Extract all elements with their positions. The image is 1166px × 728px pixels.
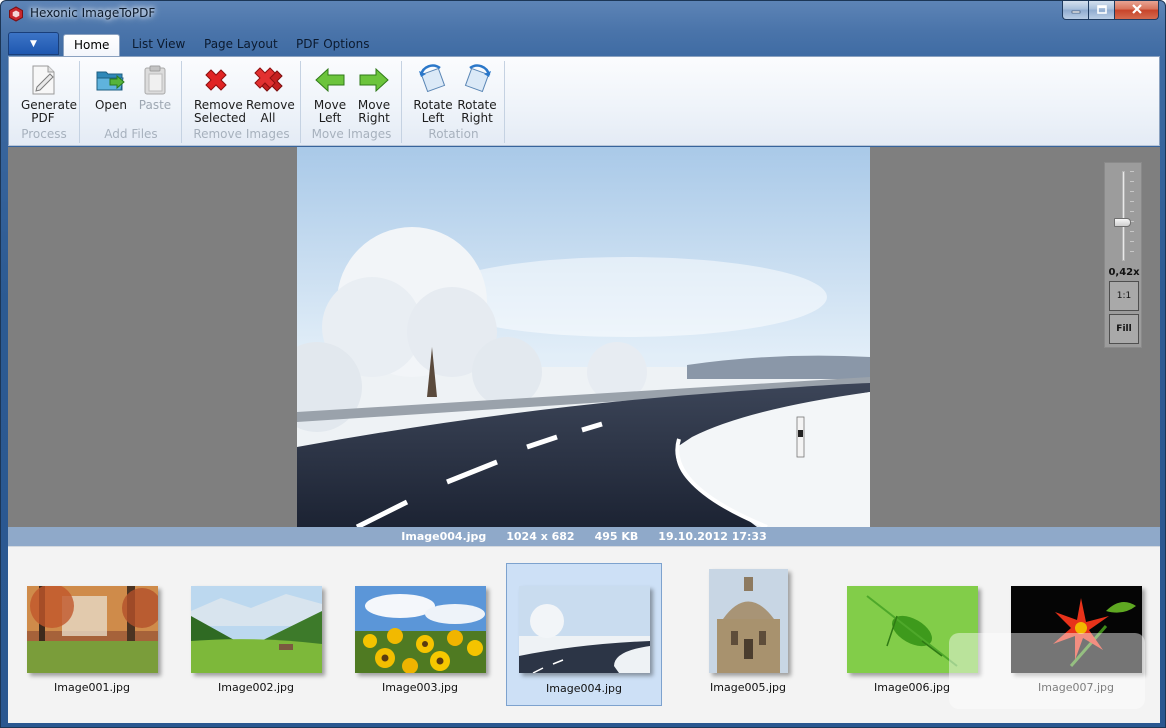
app-logo-icon bbox=[8, 6, 24, 22]
tab-list-view[interactable]: List View bbox=[122, 34, 195, 56]
zoom-fill-button[interactable]: Fill bbox=[1109, 314, 1139, 344]
group-move-images: Move Left Move Right Move Images bbox=[302, 61, 402, 143]
image-info-bar: Image004.jpg 1024 x 682 495 KB 19.10.201… bbox=[8, 527, 1160, 546]
open-folder-icon bbox=[94, 63, 128, 97]
rotate-right-icon bbox=[460, 63, 494, 97]
thumbnail-image bbox=[519, 586, 650, 673]
generate-pdf-icon bbox=[26, 63, 60, 97]
zoom-1to1-button[interactable]: 1:1 bbox=[1109, 281, 1139, 311]
image-preview-area[interactable]: 0,42x 1:1 Fill bbox=[8, 147, 1160, 527]
move-right-button[interactable]: Move Right bbox=[352, 61, 396, 125]
zoom-panel: 0,42x 1:1 Fill bbox=[1104, 162, 1142, 348]
group-label-process: Process bbox=[21, 127, 67, 141]
group-label-rotation: Rotation bbox=[428, 127, 479, 141]
close-button[interactable] bbox=[1115, 1, 1159, 20]
move-left-label: Move Left bbox=[313, 98, 347, 125]
preview-image bbox=[297, 147, 870, 527]
thumbnail-item-selected[interactable]: Image004.jpg bbox=[506, 563, 662, 706]
group-remove-images: Remove Selected Remove All Remove Images bbox=[183, 61, 301, 143]
app-window: Hexonic ImageToPDF ▼ Home List View Page… bbox=[0, 0, 1166, 728]
application-menu-button[interactable]: ▼ bbox=[8, 32, 59, 55]
maximize-button[interactable] bbox=[1089, 1, 1115, 20]
remove-selected-label: Remove Selected bbox=[194, 98, 247, 125]
thumbnail-item[interactable]: Image003.jpg bbox=[342, 563, 498, 706]
rotate-right-button[interactable]: Rotate Right bbox=[455, 61, 499, 125]
thumbnail-item[interactable]: Image005.jpg bbox=[670, 563, 826, 706]
remove-selected-icon bbox=[199, 63, 233, 97]
zoom-slider-thumb[interactable] bbox=[1114, 218, 1131, 227]
tab-page-layout[interactable]: Page Layout bbox=[194, 34, 288, 56]
tab-home[interactable]: Home bbox=[63, 34, 121, 56]
ribbon: Generate PDF Process Open Paste Add File… bbox=[8, 56, 1160, 146]
group-label-add-files: Add Files bbox=[104, 127, 158, 141]
tab-pdf-options[interactable]: PDF Options bbox=[286, 34, 380, 56]
ribbon-tab-bar: ▼ Home List View Page Layout PDF Options bbox=[8, 32, 1160, 56]
zoom-slider-track[interactable] bbox=[1122, 171, 1125, 261]
open-label: Open bbox=[94, 98, 128, 112]
remove-all-icon bbox=[251, 63, 285, 97]
info-dimensions: 1024 x 682 bbox=[506, 530, 575, 543]
group-process: Generate PDF Process bbox=[9, 61, 80, 143]
rotate-left-label: Rotate Left bbox=[413, 98, 453, 125]
window-title: Hexonic ImageToPDF bbox=[30, 6, 156, 20]
info-filename: Image004.jpg bbox=[401, 530, 487, 543]
remove-all-label: Remove All bbox=[246, 98, 295, 125]
thumbnail-name: Image004.jpg bbox=[546, 682, 622, 695]
thumbnail-image bbox=[27, 586, 158, 673]
thumbnail-name: Image001.jpg bbox=[54, 681, 130, 694]
generate-pdf-button[interactable]: Generate PDF bbox=[21, 61, 78, 125]
group-rotation: Rotate Left Rotate Right Rotation bbox=[403, 61, 505, 143]
thumbnail-name: Image005.jpg bbox=[710, 681, 786, 694]
paste-button[interactable]: Paste bbox=[133, 61, 177, 112]
move-left-button[interactable]: Move Left bbox=[308, 61, 352, 125]
paste-label: Paste bbox=[138, 98, 172, 112]
info-date: 19.10.2012 17:33 bbox=[658, 530, 767, 543]
dropdown-arrow-icon: ▼ bbox=[30, 38, 37, 49]
rotate-left-button[interactable]: Rotate Left bbox=[411, 61, 455, 125]
info-size: 495 KB bbox=[594, 530, 639, 543]
title-bar: Hexonic ImageToPDF bbox=[1, 1, 1165, 27]
group-label-move-images: Move Images bbox=[311, 127, 392, 141]
thumbnail-item[interactable]: Image001.jpg bbox=[14, 563, 170, 706]
zoom-level-label: 0,42x bbox=[1108, 267, 1140, 278]
open-button[interactable]: Open bbox=[89, 61, 133, 112]
thumbnail-image bbox=[191, 586, 322, 673]
thumbnail-item[interactable]: Image002.jpg bbox=[178, 563, 334, 706]
rotate-right-label: Rotate Right bbox=[457, 98, 497, 125]
minimize-icon bbox=[1071, 3, 1081, 17]
remove-selected-button[interactable]: Remove Selected bbox=[194, 61, 247, 125]
zoom-slider-ticks bbox=[1130, 171, 1134, 261]
remove-all-button[interactable]: Remove All bbox=[246, 61, 295, 125]
group-label-remove-images: Remove Images bbox=[193, 127, 290, 141]
thumbnail-name: Image003.jpg bbox=[382, 681, 458, 694]
watermark-logo bbox=[949, 633, 1145, 709]
group-add-files: Open Paste Add Files bbox=[81, 61, 182, 143]
minimize-button[interactable] bbox=[1062, 1, 1089, 20]
thumbnail-image bbox=[709, 569, 788, 673]
close-icon bbox=[1131, 3, 1143, 17]
arrow-left-icon bbox=[313, 63, 347, 97]
thumbnail-image bbox=[355, 586, 486, 673]
paste-icon bbox=[138, 63, 172, 97]
maximize-icon bbox=[1096, 3, 1107, 17]
thumbnail-name: Image002.jpg bbox=[218, 681, 294, 694]
move-right-label: Move Right bbox=[357, 98, 391, 125]
generate-pdf-label: Generate PDF bbox=[21, 98, 78, 125]
rotate-left-icon bbox=[416, 63, 450, 97]
arrow-right-icon bbox=[357, 63, 391, 97]
